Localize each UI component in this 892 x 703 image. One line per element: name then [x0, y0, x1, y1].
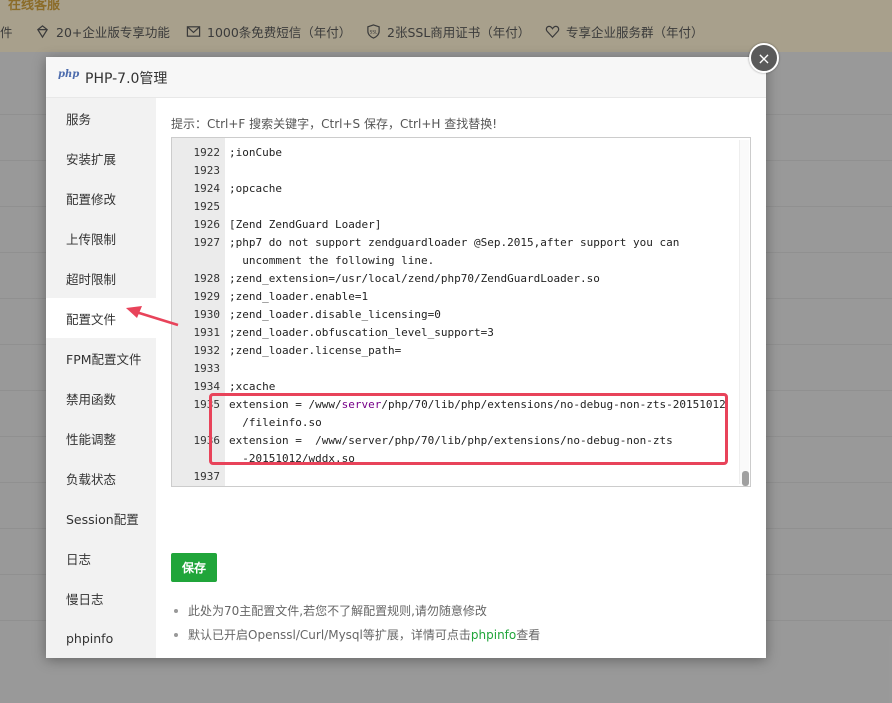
- sidebar-item-config-modify[interactable]: 配置修改: [46, 178, 156, 218]
- sidebar-item-label: 上传限制: [66, 231, 117, 247]
- notes-list: 此处为70主配置文件,若您不了解配置规则,请勿随意修改 默认已开启Openssl…: [171, 599, 540, 647]
- line-number: 1928: [193, 272, 221, 285]
- sidebar-item-session-config[interactable]: Session配置: [46, 498, 156, 538]
- line-number: 1924: [193, 182, 221, 195]
- sidebar-item-label: 配置文件: [66, 311, 117, 327]
- code-line: [Zend ZendGuard Loader]: [229, 218, 382, 231]
- php-manager-modal: php PHP-7.0管理 服务 安装扩展 配置修改 上传限制 超时限制 配置文…: [46, 57, 766, 658]
- sidebar-item-fpm-config[interactable]: FPM配置文件: [46, 338, 156, 378]
- close-icon: ×: [757, 48, 771, 68]
- sidebar-item-label: 配置修改: [66, 191, 117, 207]
- line-number: 1927: [193, 236, 221, 249]
- sidebar-item-performance[interactable]: 性能调整: [46, 418, 156, 458]
- sidebar-item-phpinfo[interactable]: phpinfo: [46, 618, 156, 658]
- sidebar-item-label: 性能调整: [66, 431, 117, 447]
- code-line: ;zend_loader.enable=1: [229, 290, 369, 303]
- note-text: 此处为70主配置文件,若您不了解配置规则,请勿随意修改: [188, 604, 487, 618]
- line-number: 1922: [193, 146, 221, 159]
- sidebar-item-label: 服务: [66, 111, 92, 127]
- sidebar-item-label: FPM配置文件: [66, 351, 142, 367]
- php-logo-icon: php: [58, 69, 80, 80]
- code-line: ;zend_loader.license_path=: [229, 344, 402, 357]
- code-line: ;ionCube: [229, 146, 282, 159]
- line-number: 1933: [193, 362, 221, 375]
- sidebar-item-label: 慢日志: [66, 591, 104, 607]
- save-button[interactable]: 保存: [171, 553, 217, 582]
- sidebar-item-disabled-functions[interactable]: 禁用函数: [46, 378, 156, 418]
- editor-scrollbar[interactable]: [739, 140, 749, 486]
- phpinfo-link[interactable]: phpinfo: [471, 628, 516, 642]
- note-text: 默认已开启Openssl/Curl/Mysql等扩展，详情可点击: [188, 628, 471, 642]
- line-number: 1926: [193, 218, 221, 231]
- note-item: 此处为70主配置文件,若您不了解配置规则,请勿随意修改: [171, 599, 540, 623]
- sidebar-item-label: 日志: [66, 551, 92, 567]
- sidebar-item-label: phpinfo: [66, 630, 114, 646]
- code-line: ;xcache: [229, 380, 276, 393]
- sidebar-item-install-extension[interactable]: 安装扩展: [46, 138, 156, 178]
- highlight-box: [209, 393, 728, 465]
- note-item: 默认已开启Openssl/Curl/Mysql等扩展，详情可点击phpinfo查…: [171, 623, 540, 647]
- sidebar-item-log[interactable]: 日志: [46, 538, 156, 578]
- code-line-wrap: uncomment the following line.: [229, 254, 435, 267]
- editor-scrollbar-thumb[interactable]: [742, 471, 749, 486]
- arrow-annotation-icon: [126, 306, 179, 327]
- sidebar-item-upload-limit[interactable]: 上传限制: [46, 218, 156, 258]
- sidebar-item-label: 超时限制: [66, 271, 117, 287]
- modal-header: php PHP-7.0管理: [46, 57, 766, 98]
- code-line: ;php7 do not support zendguardloader @Se…: [229, 236, 680, 249]
- sidebar-item-slow-log[interactable]: 慢日志: [46, 578, 156, 618]
- sidebar-item-label: 安装扩展: [66, 151, 117, 167]
- code-line: ;zend_loader.obfuscation_level_support=3: [229, 326, 494, 339]
- line-number: 1937: [193, 470, 221, 483]
- line-number: 1921: [172, 138, 221, 141]
- close-modal-button[interactable]: ×: [749, 43, 779, 73]
- code-line: ;opcache: [229, 182, 282, 195]
- modal-content: 提示：Ctrl+F 搜索关键字，Ctrl+S 保存，Ctrl+H 查找替换! 1…: [156, 98, 766, 658]
- line-number: 1923: [193, 164, 221, 177]
- line-number: 1934: [193, 380, 221, 393]
- note-text: 查看: [516, 628, 541, 642]
- modal-sidebar: 服务 安装扩展 配置修改 上传限制 超时限制 配置文件 FPM配置文件 禁用函数…: [46, 98, 156, 658]
- line-number: 1925: [193, 200, 221, 213]
- editor-hint: 提示：Ctrl+F 搜索关键字，Ctrl+S 保存，Ctrl+H 查找替换!: [171, 117, 498, 131]
- sidebar-item-timeout-limit[interactable]: 超时限制: [46, 258, 156, 298]
- sidebar-item-label: Session配置: [66, 511, 139, 527]
- code-line: ;zend_loader.disable_licensing=0: [229, 308, 441, 321]
- sidebar-item-load-status[interactable]: 负载状态: [46, 458, 156, 498]
- modal-title: PHP-7.0管理: [85, 71, 168, 87]
- sidebar-item-label: 负载状态: [66, 471, 117, 487]
- sidebar-item-label: 禁用函数: [66, 391, 117, 407]
- line-number: 1932: [193, 344, 221, 357]
- code-line: ;zend_extension=/usr/local/zend/php70/Ze…: [229, 272, 600, 285]
- sidebar-item-service[interactable]: 服务: [46, 98, 156, 138]
